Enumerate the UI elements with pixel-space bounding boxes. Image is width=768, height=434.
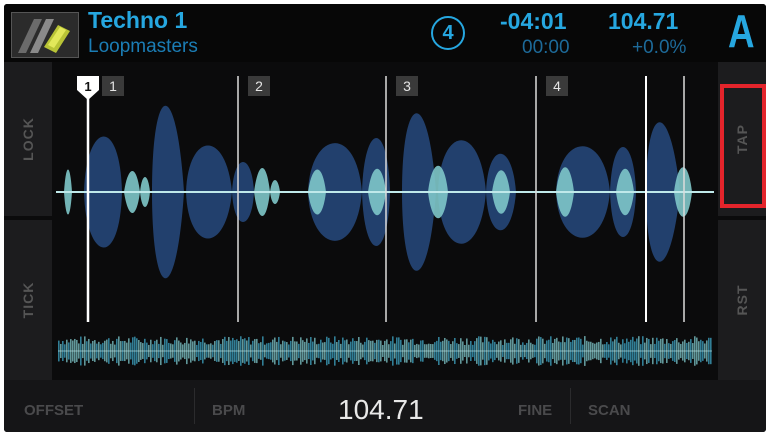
scan-label[interactable]: SCAN (588, 402, 631, 419)
footer-divider (570, 388, 571, 424)
cue-number: 1 (84, 79, 91, 94)
bar-number-4: 4 (553, 78, 561, 94)
fine-label[interactable]: FINE (518, 402, 552, 419)
rst-label: RST (734, 284, 750, 316)
deck-letter: A (728, 5, 755, 57)
tick-button[interactable]: TICK (4, 220, 52, 380)
bar-marker-4: 4 (546, 76, 568, 96)
bar-number-3: 3 (403, 78, 411, 94)
bpm-label: BPM (212, 402, 246, 419)
deck-screen: Techno 1 Loopmasters 4 -04:01 00:00 104.… (4, 4, 766, 432)
time-remaining: -04:01 (500, 8, 567, 34)
album-art-icon (12, 13, 78, 57)
offset-label[interactable]: OFFSET (24, 402, 83, 419)
bpm-display: 104.71 (608, 8, 679, 34)
bar-marker-1: 1 (102, 76, 124, 96)
track-header: Techno 1 Loopmasters 4 -04:01 00:00 104.… (4, 4, 766, 62)
bar-number-1: 1 (109, 78, 117, 94)
reset-button[interactable]: RST (718, 220, 766, 380)
bpm-value[interactable]: 104.71 (338, 394, 424, 426)
waveform-display[interactable]: 1 1 2 3 4 (56, 62, 714, 322)
time-elapsed: 00:00 (522, 37, 570, 58)
tick-label: TICK (20, 281, 36, 319)
album-cover (11, 12, 79, 58)
bar-number-2: 2 (255, 78, 263, 94)
tap-highlight-box (720, 84, 766, 208)
lock-button[interactable]: LOCK (4, 62, 52, 216)
bar-marker-2: 2 (248, 76, 270, 96)
pitch-display: +0.0% (632, 37, 687, 58)
beat-counter: 4 (431, 16, 465, 50)
lock-label: LOCK (20, 117, 36, 161)
bar-marker-3: 3 (396, 76, 418, 96)
track-title: Techno 1 (88, 7, 188, 33)
footer-divider (194, 388, 195, 424)
cue-marker[interactable]: 1 (77, 76, 99, 100)
track-overview[interactable] (56, 326, 714, 376)
track-artist: Loopmasters (88, 36, 198, 57)
